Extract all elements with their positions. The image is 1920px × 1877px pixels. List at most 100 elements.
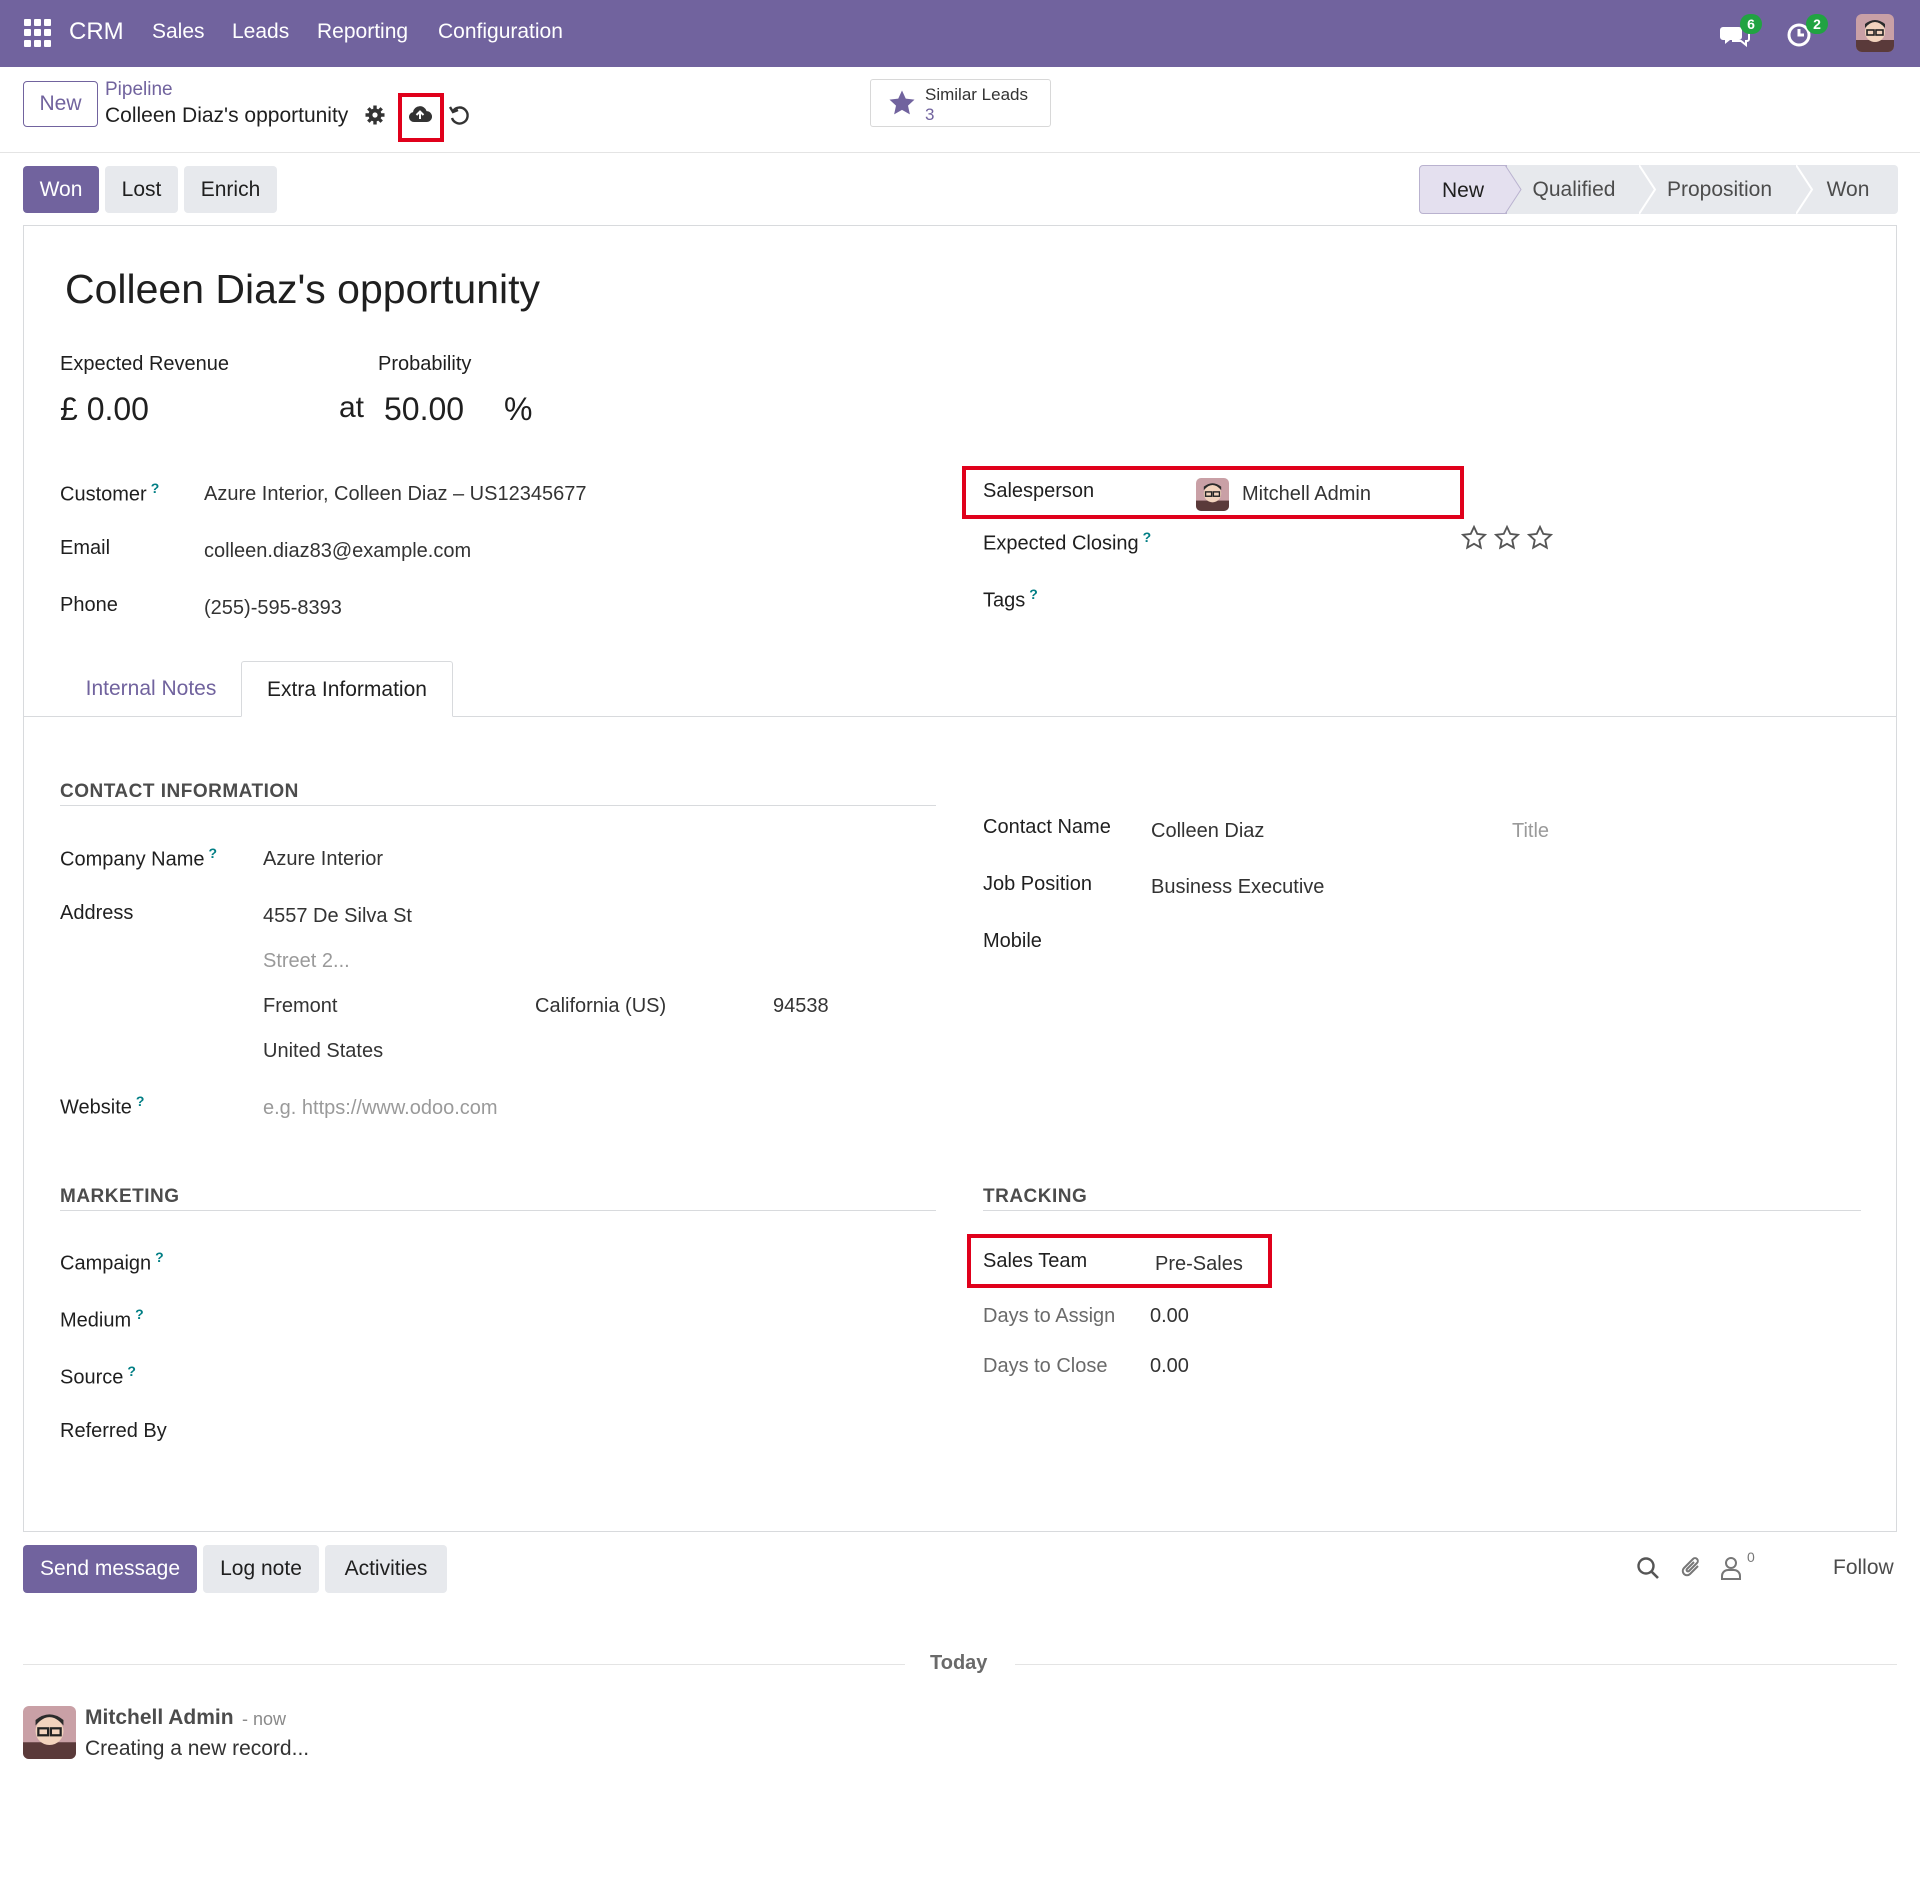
marketing-heading: MARKETING (60, 1186, 180, 1207)
help-tooltip-icon[interactable]: ? (1143, 529, 1152, 545)
street2-field[interactable]: Street 2... (263, 950, 350, 973)
cloud-upload-save-icon[interactable] (408, 104, 433, 124)
contact-title-field[interactable]: Title (1512, 820, 1549, 843)
breadcrumb-current-record: Colleen Diaz's opportunity (105, 104, 349, 127)
help-tooltip-icon[interactable]: ? (151, 480, 160, 496)
breadcrumb-pipeline[interactable]: Pipeline (105, 79, 173, 101)
zip-field[interactable]: 94538 (773, 995, 829, 1018)
stage-proposition[interactable]: Proposition (1641, 165, 1798, 214)
message-body: Creating a new record... (85, 1737, 310, 1760)
activities-button[interactable]: Activities (325, 1545, 447, 1593)
menu-leads[interactable]: Leads (232, 20, 289, 44)
section-divider (60, 1210, 936, 1211)
activities-badge: 2 (1806, 14, 1828, 34)
probability-field[interactable]: 50.00 (384, 391, 464, 428)
salesperson-field[interactable]: Mitchell Admin (1242, 483, 1371, 506)
company-name-field[interactable]: Azure Interior (263, 848, 383, 871)
salesperson-avatar (1196, 478, 1229, 511)
discard-changes-icon[interactable] (448, 104, 470, 126)
job-position-field[interactable]: Business Executive (1151, 876, 1324, 899)
days-to-close-value: 0.00 (1150, 1355, 1189, 1377)
country-field[interactable]: United States (263, 1040, 383, 1063)
enrich-button[interactable]: Enrich (184, 166, 277, 213)
state-field[interactable]: California (US) (535, 995, 666, 1018)
app-brand[interactable]: CRM (69, 18, 124, 46)
help-tooltip-icon[interactable]: ? (155, 1249, 164, 1265)
priority-star-icon[interactable] (1526, 524, 1554, 552)
city-field[interactable]: Fremont (263, 995, 337, 1018)
star-icon (887, 88, 917, 118)
top-navbar: CRM Sales Leads Reporting Configuration … (0, 0, 1920, 67)
customer-field[interactable]: Azure Interior, Colleen Diaz – US1234567… (204, 483, 586, 506)
customer-label: Customer? (60, 480, 160, 506)
expected-closing-label: Expected Closing? (983, 529, 1152, 555)
sales-team-field[interactable]: Pre-Sales (1155, 1253, 1243, 1276)
send-message-button[interactable]: Send message (23, 1545, 197, 1593)
probability-at-label: at (339, 391, 365, 424)
opportunity-title[interactable]: Colleen Diaz's opportunity (65, 266, 540, 313)
stage-qualified[interactable]: Qualified (1507, 165, 1641, 214)
similar-leads-button[interactable]: Similar Leads 3 (870, 79, 1051, 127)
message-timestamp: - now (242, 1709, 287, 1729)
log-note-button[interactable]: Log note (203, 1545, 319, 1593)
referred-by-label: Referred By (60, 1420, 167, 1442)
probability-label: Probability (378, 353, 472, 375)
address-label: Address (60, 902, 134, 924)
help-tooltip-icon[interactable]: ? (209, 845, 218, 861)
salesperson-label: Salesperson (983, 480, 1095, 502)
section-divider (983, 1210, 1861, 1211)
source-label: Source? (60, 1363, 136, 1389)
website-field[interactable]: e.g. https://www.odoo.com (263, 1097, 498, 1120)
mark-lost-button[interactable]: Lost (105, 166, 178, 213)
help-tooltip-icon[interactable]: ? (1029, 586, 1038, 602)
website-label: Website? (60, 1093, 145, 1119)
menu-sales[interactable]: Sales (152, 20, 205, 44)
similar-leads-count: 3 (925, 105, 935, 124)
help-tooltip-icon[interactable]: ? (136, 1093, 145, 1109)
apps-menu-icon[interactable] (24, 19, 52, 47)
new-record-button[interactable]: New (23, 81, 98, 127)
section-divider (60, 805, 936, 806)
priority-star-icon[interactable] (1493, 524, 1521, 552)
tab-internal-notes[interactable]: Internal Notes (61, 661, 241, 717)
stage-statusbar: New Qualified Proposition Won (1419, 165, 1898, 214)
menu-configuration[interactable]: Configuration (438, 20, 563, 44)
similar-leads-label: Similar Leads (925, 85, 1028, 104)
expected-revenue-field[interactable]: £ 0.00 (60, 391, 149, 428)
menu-reporting[interactable]: Reporting (317, 20, 408, 44)
mobile-label: Mobile (983, 930, 1042, 952)
days-to-close-label: Days to Close (983, 1355, 1108, 1377)
gear-icon[interactable] (364, 104, 386, 126)
user-avatar[interactable] (1856, 14, 1894, 52)
message-author[interactable]: Mitchell Admin (85, 1706, 234, 1730)
tab-extra-information[interactable]: Extra Information (241, 661, 453, 717)
phone-field[interactable]: (255)-595-8393 (204, 597, 342, 620)
date-separator: Today (930, 1652, 988, 1674)
paperclip-icon[interactable] (1679, 1555, 1707, 1583)
job-position-label: Job Position (983, 873, 1092, 895)
expected-revenue-label: Expected Revenue (60, 353, 230, 375)
help-tooltip-icon[interactable]: ? (127, 1363, 136, 1379)
message-author-avatar[interactable] (23, 1706, 76, 1759)
days-to-assign-value: 0.00 (1150, 1305, 1189, 1327)
control-panel-divider (0, 152, 1920, 153)
messages-icon[interactable]: 6 (1720, 14, 1762, 51)
contact-name-field[interactable]: Colleen Diaz (1151, 820, 1264, 843)
percent-sign: % (504, 391, 533, 427)
medium-label: Medium? (60, 1306, 144, 1332)
tracking-heading: TRACKING (983, 1186, 1088, 1207)
days-to-assign-label: Days to Assign (983, 1305, 1116, 1327)
mark-won-button[interactable]: Won (23, 166, 99, 213)
followers-count: 0 (1747, 1549, 1755, 1565)
company-name-label: Company Name? (60, 845, 218, 871)
contact-name-label: Contact Name (983, 816, 1111, 838)
follow-button[interactable]: Follow (1833, 1556, 1894, 1580)
priority-star-icon[interactable] (1460, 524, 1488, 552)
activities-icon[interactable]: 2 (1786, 14, 1828, 51)
street-field[interactable]: 4557 De Silva St (263, 905, 412, 928)
help-tooltip-icon[interactable]: ? (135, 1306, 144, 1322)
followers-icon[interactable]: 0 (1719, 1549, 1759, 1583)
search-icon[interactable] (1635, 1555, 1663, 1583)
email-field[interactable]: colleen.diaz83@example.com (204, 540, 471, 563)
stage-new[interactable]: New (1419, 165, 1507, 214)
